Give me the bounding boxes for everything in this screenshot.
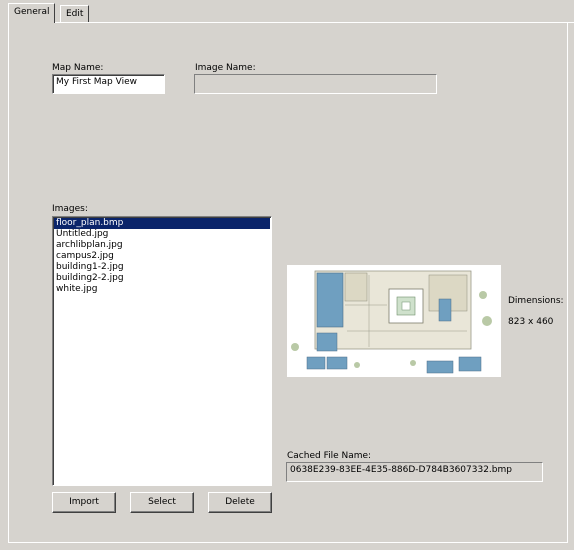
list-item[interactable]: Untitled.jpg — [54, 229, 270, 240]
image-name-label: Image Name: — [195, 63, 256, 73]
image-preview — [287, 265, 501, 377]
cached-file-label: Cached File Name: — [287, 451, 372, 461]
list-item[interactable]: campus2.jpg — [54, 251, 270, 262]
list-item[interactable]: building1-2.jpg — [54, 262, 270, 273]
tab-strip: General Edit — [8, 3, 574, 24]
list-item[interactable]: archlibplan.jpg — [54, 240, 270, 251]
cached-file-input[interactable]: 0638E239-83EE-4E35-886D-D784B3607332.bmp — [286, 462, 543, 482]
dimensions-value: 823 x 460 — [508, 317, 554, 327]
tab-edit[interactable]: Edit — [60, 5, 90, 22]
list-item[interactable]: white.jpg — [54, 284, 270, 295]
dimensions-label: Dimensions: — [508, 296, 564, 306]
import-button[interactable]: Import — [52, 492, 116, 513]
list-item[interactable]: building2-2.jpg — [54, 273, 270, 284]
images-label: Images: — [52, 204, 88, 214]
tab-general[interactable]: General — [8, 3, 56, 23]
delete-button[interactable]: Delete — [208, 492, 272, 513]
map-name-input[interactable]: My First Map View — [52, 74, 165, 94]
map-name-label: Map Name: — [52, 63, 104, 73]
floor-plan-thumbnail — [287, 265, 501, 377]
select-button[interactable]: Select — [130, 492, 194, 513]
list-item[interactable]: floor_plan.bmp — [54, 218, 270, 229]
image-name-input[interactable] — [194, 74, 437, 94]
images-listbox[interactable]: floor_plan.bmp Untitled.jpg archlibplan.… — [52, 216, 272, 486]
